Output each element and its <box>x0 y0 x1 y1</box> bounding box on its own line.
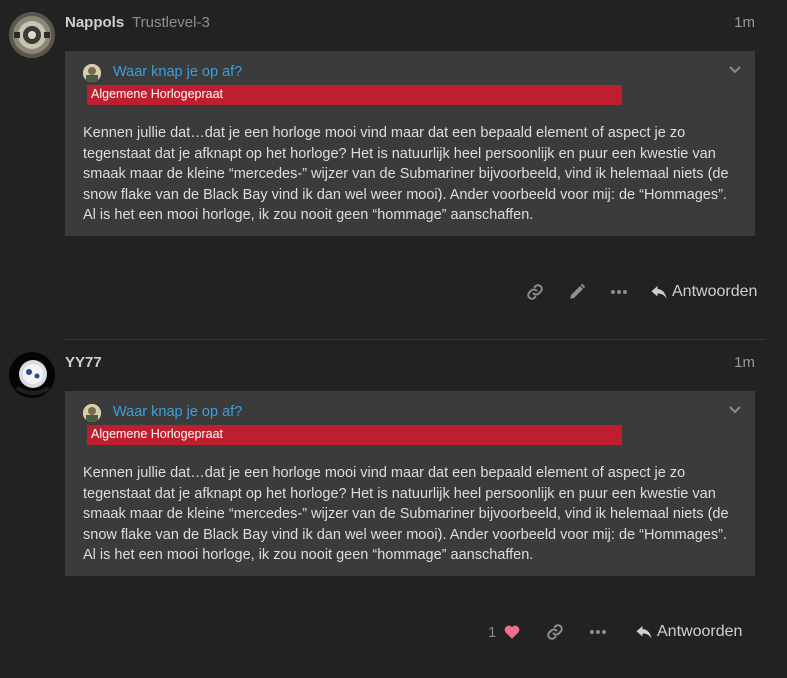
post-date[interactable]: 1m <box>734 354 755 371</box>
pencil-icon <box>570 283 586 299</box>
more-button[interactable] <box>610 278 628 306</box>
copy-link-button[interactable] <box>546 618 564 646</box>
username[interactable]: Nappols <box>65 14 124 31</box>
quote-body: Kennen jullie dat…dat je een horloge moo… <box>83 125 729 223</box>
like-count[interactable]: 1 <box>488 618 496 646</box>
reply-icon <box>636 626 652 639</box>
category-badge[interactable]: Algemene Horlogepraat <box>87 85 622 105</box>
ellipsis-icon <box>611 290 627 294</box>
avatar[interactable] <box>9 12 55 58</box>
reply-button[interactable]: Antwoorden <box>650 278 757 306</box>
link-icon <box>547 624 563 640</box>
topic-quote[interactable]: Waar knap je op af? Algemene Horlogepraa… <box>65 391 755 576</box>
quote-topic-link[interactable]: Waar knap je op af? <box>113 64 242 80</box>
reply-icon <box>651 286 667 299</box>
quote-avatar <box>83 404 101 422</box>
quote-topic-link[interactable]: Waar knap je op af? <box>113 404 242 420</box>
category-label: Algemene Horlogepraat <box>91 87 224 101</box>
edit-button[interactable] <box>568 278 586 306</box>
more-button[interactable] <box>589 618 607 646</box>
post: YY77 1m Waar knap je op af? Algemene Hor… <box>0 340 787 678</box>
ellipsis-icon <box>590 630 606 634</box>
post-actions: 1 Antwoorden <box>488 618 756 646</box>
reply-button[interactable]: Antwoorden <box>635 618 742 646</box>
reply-label: Antwoorden <box>657 623 743 640</box>
category-badge[interactable]: Algemene Horlogepraat <box>87 425 622 445</box>
user-title: Trustlevel-3 <box>132 14 210 31</box>
quote-body: Kennen jullie dat…dat je een horloge moo… <box>83 465 729 563</box>
link-icon <box>527 284 543 300</box>
post-date[interactable]: 1m <box>734 14 755 31</box>
heart-icon <box>504 625 520 639</box>
chevron-down-icon[interactable] <box>727 402 743 418</box>
topic-quote[interactable]: Waar knap je op af? Algemene Horlogepraa… <box>65 51 755 236</box>
category-label: Algemene Horlogepraat <box>91 427 224 441</box>
like-count-label: 1 <box>488 623 497 641</box>
like-button[interactable] <box>503 618 521 646</box>
post-actions: Antwoorden <box>526 278 757 306</box>
username[interactable]: YY77 <box>65 354 102 371</box>
copy-link-button[interactable] <box>526 278 544 306</box>
quote-avatar <box>83 64 101 82</box>
reply-label: Antwoorden <box>672 283 758 300</box>
chevron-down-icon[interactable] <box>727 62 743 78</box>
avatar[interactable] <box>9 352 55 398</box>
post: Nappols Trustlevel-3 1m Waar knap je op … <box>0 0 787 338</box>
